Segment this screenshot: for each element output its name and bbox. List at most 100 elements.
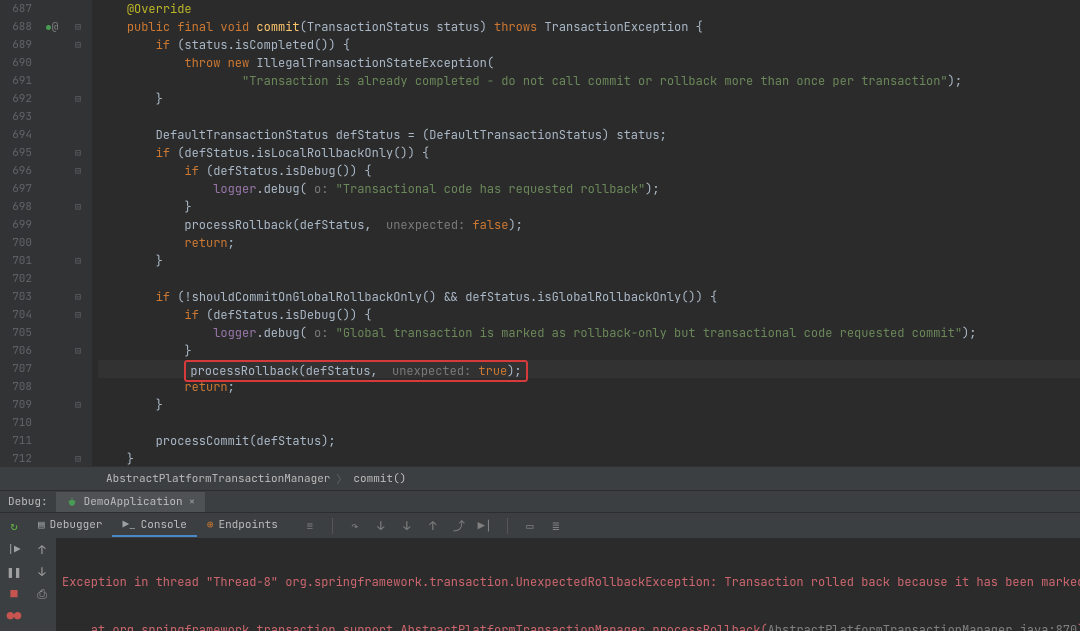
evaluate-icon[interactable]: ▭ xyxy=(522,518,538,534)
fold-toggle-icon[interactable]: ⊟ xyxy=(68,90,88,108)
code-line[interactable]: @Override xyxy=(98,0,1080,18)
code-line[interactable]: if (!shouldCommitOnGlobalRollbackOnly() … xyxy=(98,288,1080,306)
separator xyxy=(507,518,508,534)
code-line[interactable]: } xyxy=(98,342,1080,360)
line-number[interactable]: 704 xyxy=(0,306,36,324)
code-line[interactable]: } xyxy=(98,252,1080,270)
code-line[interactable]: if (defStatus.isLocalRollbackOnly()) { xyxy=(98,144,1080,162)
close-icon[interactable]: × xyxy=(189,495,196,509)
pause-button[interactable]: ❚❚ xyxy=(6,564,22,580)
code-line[interactable]: DefaultTransactionStatus defStatus = (De… xyxy=(98,126,1080,144)
line-number[interactable]: 698 xyxy=(0,198,36,216)
bug-icon xyxy=(66,496,78,508)
editor-gutter[interactable]: 687688@⊟689⊟690691692⊟693694695⊟696⊟6976… xyxy=(0,0,92,466)
step-into-icon[interactable]: ↓ xyxy=(373,518,389,534)
run-config-tab[interactable]: DemoApplication × xyxy=(56,492,206,512)
breadcrumb-file[interactable]: AbstractPlatformTransactionManager xyxy=(100,472,336,486)
line-number[interactable]: 709 xyxy=(0,396,36,414)
force-step-into-icon[interactable]: ↓ xyxy=(399,518,415,534)
fold-toggle-icon[interactable]: ⊟ xyxy=(68,342,88,360)
run-to-cursor-icon[interactable]: ▶| xyxy=(477,518,493,534)
line-number[interactable]: 691 xyxy=(0,72,36,90)
fold-toggle-icon[interactable]: ⊟ xyxy=(68,198,88,216)
step-over-icon[interactable]: ↷ xyxy=(347,518,363,534)
tab-console[interactable]: ▶_ Console xyxy=(112,515,196,537)
fold-toggle-icon[interactable]: ⊟ xyxy=(68,18,88,36)
code-line[interactable]: "Transaction is already completed - do n… xyxy=(98,72,1080,90)
fold-toggle-icon[interactable]: ⊟ xyxy=(68,36,88,54)
fold-toggle-icon[interactable]: ⊟ xyxy=(68,252,88,270)
code-line[interactable]: } xyxy=(98,450,1080,466)
code-line[interactable]: processCommit(defStatus); xyxy=(98,432,1080,450)
rerun-icon: ↻ xyxy=(10,518,17,534)
code-line[interactable] xyxy=(98,414,1080,432)
line-number[interactable]: 706 xyxy=(0,342,36,360)
stack-link[interactable]: AbstractPlatformTransactionManager.java:… xyxy=(768,622,1078,631)
tab-endpoints[interactable]: ⊕ Endpoints xyxy=(197,515,288,537)
code-line[interactable]: processRollback(defStatus, unexpected: f… xyxy=(98,216,1080,234)
code-line[interactable]: logger.debug( o: "Transactional code has… xyxy=(98,180,1080,198)
fold-toggle-icon[interactable]: ⊟ xyxy=(68,450,88,466)
code-editor[interactable]: 687688@⊟689⊟690691692⊟693694695⊟696⊟6976… xyxy=(0,0,1080,466)
code-line[interactable]: } xyxy=(98,90,1080,108)
code-line[interactable]: if (status.isCompleted()) { xyxy=(98,36,1080,54)
line-number[interactable]: 710 xyxy=(0,414,36,432)
stop-button[interactable]: ■ xyxy=(6,586,22,602)
code-line[interactable] xyxy=(98,108,1080,126)
line-number[interactable]: 694 xyxy=(0,126,36,144)
gutter-mark[interactable]: @ xyxy=(36,18,68,36)
breadcrumb[interactable]: AbstractPlatformTransactionManager 〉 com… xyxy=(0,466,1080,490)
line-number[interactable]: 708 xyxy=(0,378,36,396)
code-line[interactable]: if (defStatus.isDebug()) { xyxy=(98,306,1080,324)
code-line[interactable]: public final void commit(TransactionStat… xyxy=(98,18,1080,36)
line-number[interactable]: 695 xyxy=(0,144,36,162)
snapshot-icon[interactable]: ⎙ xyxy=(34,586,50,602)
code-line[interactable]: } xyxy=(98,396,1080,414)
fold-toggle-icon[interactable]: ⊟ xyxy=(68,162,88,180)
fold-toggle-icon[interactable]: ⊟ xyxy=(68,288,88,306)
code-line[interactable]: processRollback(defStatus, unexpected: t… xyxy=(98,360,1080,378)
console-output[interactable]: Exception in thread "Thread-8" org.sprin… xyxy=(56,538,1080,631)
fold-toggle-icon[interactable]: ⊟ xyxy=(68,306,88,324)
line-number[interactable]: 711 xyxy=(0,432,36,450)
resume-button[interactable]: |▶ xyxy=(6,542,22,558)
code-line[interactable]: return; xyxy=(98,234,1080,252)
tab-debugger[interactable]: ▤ Debugger xyxy=(28,515,112,537)
step-out-icon[interactable]: ↑ xyxy=(425,518,441,534)
trace-icon[interactable]: ≣ xyxy=(548,518,564,534)
down-stack-icon[interactable]: ↓ xyxy=(34,564,50,580)
line-number[interactable]: 692 xyxy=(0,90,36,108)
line-number[interactable]: 687 xyxy=(0,0,36,18)
fold-toggle-icon[interactable]: ⊟ xyxy=(68,144,88,162)
code-line[interactable]: logger.debug( o: "Global transaction is … xyxy=(98,324,1080,342)
threads-icon[interactable]: ≡ xyxy=(302,518,318,534)
chevron-right-icon: 〉 xyxy=(336,471,347,487)
fold-toggle-icon[interactable]: ⊟ xyxy=(68,396,88,414)
line-number[interactable]: 707 xyxy=(0,360,36,378)
drop-frame-icon[interactable]: ⤴ xyxy=(451,518,467,534)
code-line[interactable]: if (defStatus.isDebug()) { xyxy=(98,162,1080,180)
up-stack-icon[interactable]: ↑ xyxy=(34,542,50,558)
line-number[interactable]: 699 xyxy=(0,216,36,234)
line-number[interactable]: 702 xyxy=(0,270,36,288)
line-number[interactable]: 690 xyxy=(0,54,36,72)
rerun-button[interactable]: ↻ xyxy=(0,513,28,538)
code-line[interactable] xyxy=(98,270,1080,288)
line-number[interactable]: 689 xyxy=(0,36,36,54)
code-line[interactable]: } xyxy=(98,198,1080,216)
line-number[interactable]: 688 xyxy=(0,18,36,36)
line-number[interactable]: 705 xyxy=(0,324,36,342)
view-breakpoints-button[interactable]: ●● xyxy=(6,608,22,624)
code-area[interactable]: @Override public final void commit(Trans… xyxy=(92,0,1080,466)
code-line[interactable]: throw new IllegalTransactionStateExcepti… xyxy=(98,54,1080,72)
debug-side-toolbar-2: ↑ ↓ ⎙ xyxy=(28,538,56,631)
line-number[interactable]: 703 xyxy=(0,288,36,306)
line-number[interactable]: 700 xyxy=(0,234,36,252)
line-number[interactable]: 696 xyxy=(0,162,36,180)
line-number[interactable]: 693 xyxy=(0,108,36,126)
line-number[interactable]: 701 xyxy=(0,252,36,270)
line-number[interactable]: 712 xyxy=(0,450,36,466)
line-number[interactable]: 697 xyxy=(0,180,36,198)
breadcrumb-method[interactable]: commit() xyxy=(347,472,412,486)
highlighted-call: processRollback(defStatus, unexpected: t… xyxy=(184,360,527,382)
